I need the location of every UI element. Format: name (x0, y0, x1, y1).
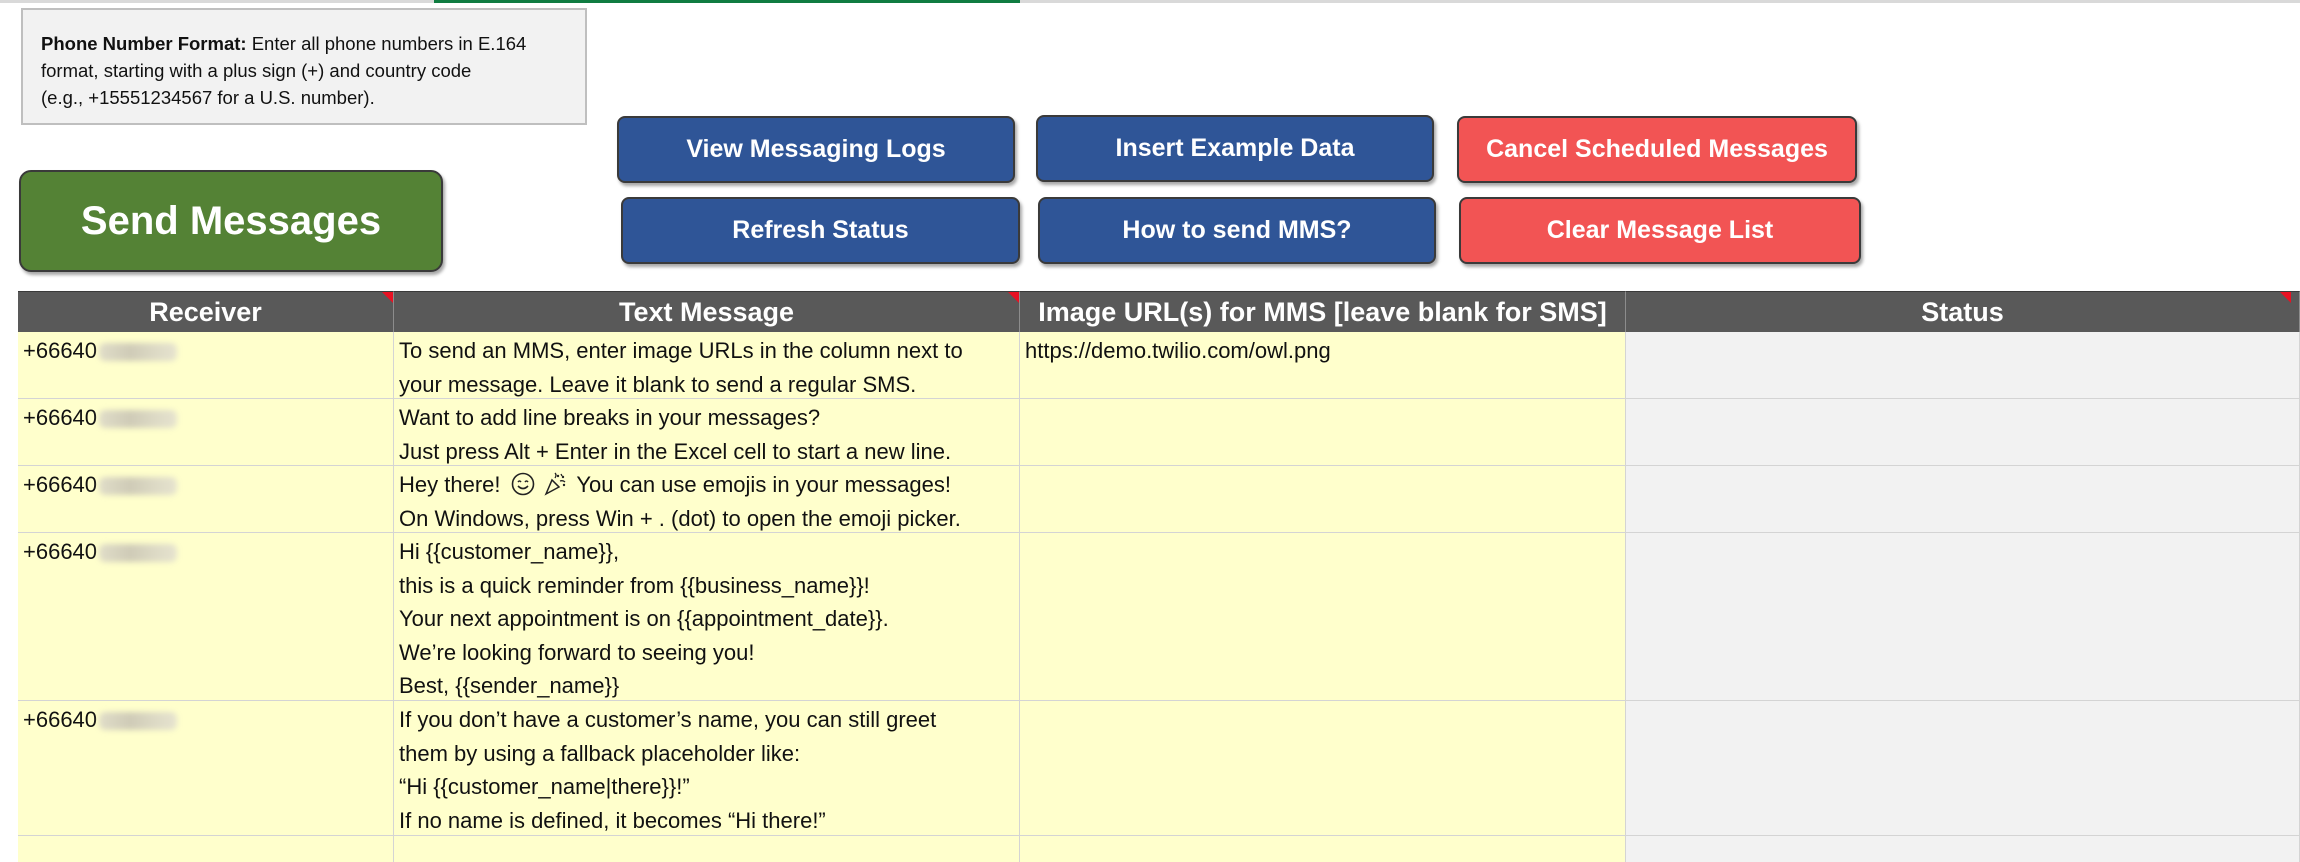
status-cell[interactable] (1626, 466, 2300, 533)
text-message-cell[interactable]: Want to add line breaks in your messages… (394, 399, 1020, 466)
text-message-cell[interactable]: Hey there! You can use emojis in your me… (394, 466, 1020, 533)
header-image-url[interactable]: Image URL(s) for MMS [leave blank for SM… (1020, 291, 1626, 332)
header-text-message-label: Text Message (618, 296, 795, 327)
header-receiver-label: Receiver (149, 296, 262, 327)
message-line-end: You can use emojis in your messages! (576, 472, 951, 497)
receiver-cell[interactable]: +66640 (18, 533, 394, 701)
message-line: Just press Alt + Enter in the Excel cell… (399, 438, 952, 464)
receiver-cell[interactable]: +66640 (18, 332, 394, 399)
message-line: If you don’t have a customer’s name, you… (399, 707, 937, 732)
party-popper-icon (544, 472, 566, 496)
excel-sheet: Phone Number Format: Enter all phone num… (0, 0, 2300, 862)
text-message-cell[interactable]: Hi {{customer_name}}, this is a quick re… (394, 533, 1020, 701)
comment-marker-icon (382, 292, 393, 303)
message-line: We’re looking forward to seeing you! (399, 639, 755, 665)
active-tab-indicator (434, 0, 1020, 3)
receiver-number: +66640 (23, 539, 98, 564)
message-line: them by using a fallback placeholder lik… (399, 740, 801, 766)
note-text-2: format, starting with a plus sign (+) an… (41, 60, 472, 81)
message-line: Your next appointment is on {{appointmen… (399, 606, 889, 631)
cancel-scheduled-messages-button[interactable]: Cancel Scheduled Messages (1457, 116, 1857, 183)
comment-marker-icon (1008, 292, 1019, 303)
empty-text-message-cell[interactable] (394, 836, 1020, 862)
header-image-url-label: Image URL(s) for MMS [leave blank for SM… (1038, 296, 1607, 327)
text-message-cell[interactable]: To send an MMS, enter image URLs in the … (394, 332, 1020, 399)
ribbon-border (0, 0, 2300, 3)
send-messages-button[interactable]: Send Messages (19, 170, 443, 272)
image-url-cell[interactable] (1020, 533, 1626, 701)
image-url-value: https://demo.twilio.com/owl.png (1025, 338, 1331, 363)
receiver-number: +66640 (23, 405, 98, 430)
redacted-digits (99, 712, 178, 731)
clear-message-list-button[interactable]: Clear Message List (1459, 197, 1861, 264)
status-cell[interactable] (1626, 332, 2300, 399)
empty-status-cell[interactable] (1626, 836, 2300, 862)
empty-receiver-cell[interactable] (18, 836, 394, 862)
message-line: Best, {{sender_name}} (399, 673, 620, 698)
text-message-cell[interactable]: If you don’t have a customer’s name, you… (394, 701, 1020, 836)
header-status[interactable]: Status (1626, 291, 2300, 332)
note-label: Phone Number Format: (41, 33, 247, 54)
message-line: Want to add line breaks in your messages… (399, 405, 821, 430)
status-cell[interactable] (1626, 701, 2300, 836)
receiver-number: +66640 (23, 338, 98, 363)
message-line: “Hi {{customer_name|there}}!” (399, 774, 690, 799)
receiver-cell[interactable]: +66640 (18, 399, 394, 466)
status-cell[interactable] (1626, 533, 2300, 701)
insert-example-data-button[interactable]: Insert Example Data (1036, 115, 1434, 182)
empty-image-url-cell[interactable] (1020, 836, 1626, 862)
redacted-digits (99, 343, 178, 362)
image-url-cell[interactable] (1020, 701, 1626, 836)
view-messaging-logs-button[interactable]: View Messaging Logs (617, 116, 1015, 183)
receiver-number: +66640 (23, 472, 98, 497)
redacted-digits (99, 477, 178, 496)
redacted-digits (99, 544, 178, 563)
header-status-label: Status (1921, 296, 2004, 327)
message-line: To send an MMS, enter image URLs in the … (399, 338, 963, 363)
message-line: Hi {{customer_name}}, (399, 539, 620, 564)
header-receiver[interactable]: Receiver (18, 291, 394, 332)
note-text-3: (e.g., +15551234567 for a U.S. number). (41, 87, 375, 108)
message-line-start: Hey there! (399, 472, 501, 497)
redacted-digits (99, 410, 178, 429)
note-text-1: Enter all phone numbers in E.164 (246, 33, 527, 54)
message-line: this is a quick reminder from {{business… (399, 572, 870, 598)
receiver-number: +66640 (23, 707, 98, 732)
message-line: If no name is defined, it becomes “Hi th… (399, 807, 826, 833)
receiver-cell[interactable]: +66640 (18, 701, 394, 836)
image-url-cell[interactable] (1020, 466, 1626, 533)
phone-format-note: Phone Number Format: Enter all phone num… (21, 8, 587, 125)
comment-marker-icon (2280, 292, 2291, 303)
message-line: On Windows, press Win + . (dot) to open … (399, 505, 961, 531)
how-to-send-mms-button[interactable]: How to send MMS? (1038, 197, 1436, 264)
header-text-message[interactable]: Text Message (394, 291, 1020, 332)
status-cell[interactable] (1626, 399, 2300, 466)
message-table: Receiver Text Message Image URL(s) for M… (18, 291, 2300, 862)
receiver-cell[interactable]: +66640 (18, 466, 394, 533)
refresh-status-button[interactable]: Refresh Status (621, 197, 1020, 264)
message-line: your message. Leave it blank to send a r… (399, 371, 917, 397)
smiling-face-icon (511, 472, 534, 496)
image-url-cell[interactable] (1020, 399, 1626, 466)
image-url-cell[interactable]: https://demo.twilio.com/owl.png (1020, 332, 1626, 399)
